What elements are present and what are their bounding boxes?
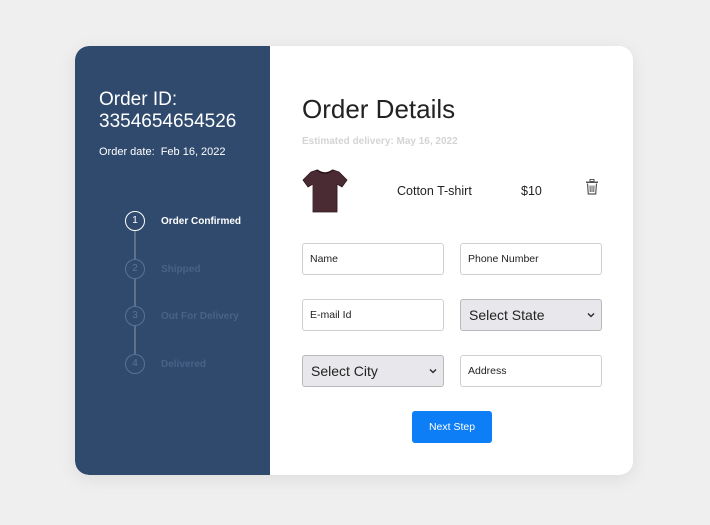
step-label: Delivered <box>161 359 207 370</box>
phone-number-field[interactable] <box>460 243 602 275</box>
order-id-label: Order ID: <box>99 89 178 110</box>
step-number-badge: 2 <box>125 259 145 279</box>
chevron-down-icon <box>587 313 595 318</box>
state-select[interactable]: Select State <box>460 299 602 331</box>
order-details-panel: Order Details Estimated delivery: May 16… <box>270 46 633 475</box>
stepper-line <box>134 221 136 364</box>
state-select-value: Select State <box>469 307 545 323</box>
name-field[interactable] <box>302 243 444 275</box>
step-label: Out For Delivery <box>161 311 239 322</box>
step-number-badge: 1 <box>125 211 145 231</box>
order-sidebar: Order ID: 3354654654526 Order date: Feb … <box>75 46 270 475</box>
product-price: $10 <box>521 184 542 198</box>
order-date-label: Order date: <box>99 146 155 158</box>
order-id-value: 3354654654526 <box>99 111 237 132</box>
step-order-confirmed: 1 Order Confirmed <box>125 211 270 231</box>
order-progress-stepper: 1 Order Confirmed 2 Shipped 3 Out For De… <box>125 211 270 381</box>
order-card: Order ID: 3354654654526 Order date: Feb … <box>75 46 633 475</box>
tshirt-icon <box>302 169 348 213</box>
product-name: Cotton T-shirt <box>397 184 472 198</box>
chevron-down-icon <box>429 369 437 374</box>
estimated-delivery: Estimated delivery: May 16, 2022 <box>302 136 458 147</box>
city-select-value: Select City <box>311 363 378 379</box>
trash-icon[interactable] <box>585 179 599 195</box>
email-field[interactable] <box>302 299 444 331</box>
step-label: Order Confirmed <box>161 216 242 227</box>
step-number-badge: 4 <box>125 354 145 374</box>
order-date: Order date: Feb 16, 2022 <box>99 146 226 158</box>
address-field[interactable] <box>460 355 602 387</box>
step-delivered: 4 Delivered <box>125 354 270 374</box>
step-number-badge: 3 <box>125 306 145 326</box>
step-shipped: 2 Shipped <box>125 259 270 279</box>
page-title: Order Details <box>302 94 456 124</box>
step-label: Shipped <box>161 264 201 275</box>
city-select[interactable]: Select City <box>302 355 444 387</box>
order-date-value: Feb 16, 2022 <box>160 146 226 158</box>
next-step-button[interactable]: Next Step <box>412 411 492 443</box>
step-out-for-delivery: 3 Out For Delivery <box>125 306 270 326</box>
